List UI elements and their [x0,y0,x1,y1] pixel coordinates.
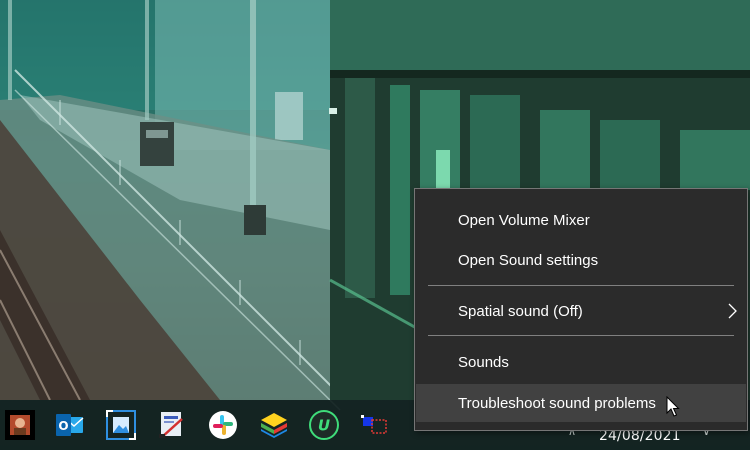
menu-separator [428,335,734,336]
sound-context-menu: Open Volume Mixer Open Sound settings Sp… [414,188,748,431]
menu-item-spatial-sound[interactable]: Spatial sound (Off) [416,292,746,330]
menu-item-sounds[interactable]: Sounds [416,343,746,381]
menu-item-label: Open Volume Mixer [458,211,590,229]
bluestacks-icon[interactable] [256,407,292,443]
u-app-icon[interactable]: U [306,407,342,443]
image-resizer-icon[interactable] [103,407,139,443]
slack-icon[interactable] [205,407,241,443]
menu-item-label: Open Sound settings [458,251,599,269]
menu-item-label: Sounds [458,353,509,371]
photo-thumbnail-icon[interactable] [2,407,38,443]
menu-item-troubleshoot-sound-problems[interactable]: Troubleshoot sound problems [416,384,746,422]
menu-item-open-volume-mixer[interactable]: Open Volume Mixer [416,201,746,239]
menu-item-open-sound-settings[interactable]: Open Sound settings [416,241,746,279]
menu-separator [428,285,734,286]
svg-text:O: O [58,419,68,433]
screen-capture-icon[interactable] [356,407,392,443]
drawing-app-icon[interactable] [153,407,189,443]
menu-item-label: Spatial sound (Off) [458,302,583,320]
outlook-icon[interactable]: O [51,407,87,443]
menu-item-label: Troubleshoot sound problems [458,394,656,412]
mouse-cursor-icon [666,396,680,417]
svg-text:U: U [318,417,330,435]
chevron-right-icon [728,303,737,319]
